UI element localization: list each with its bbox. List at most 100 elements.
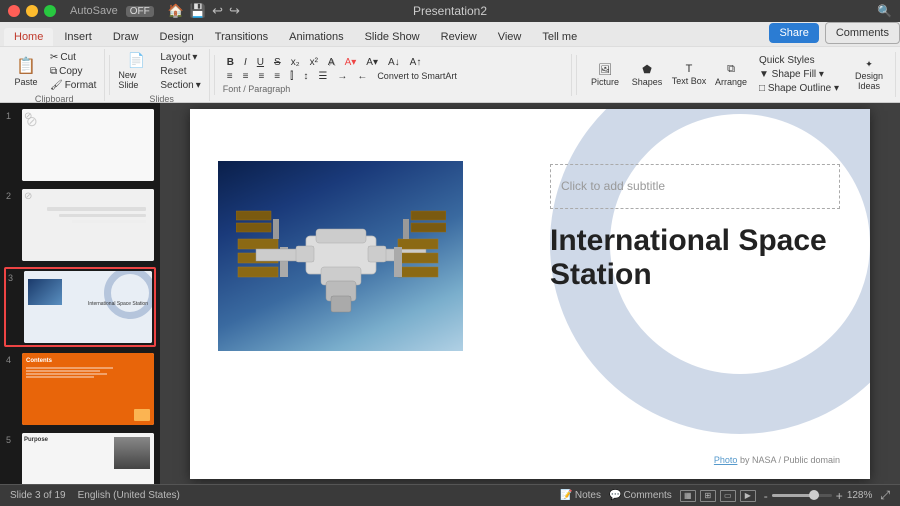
tab-tellme[interactable]: Tell me [532, 28, 587, 46]
no-symbol-2-icon: ⊘ [24, 191, 32, 202]
tab-design[interactable]: Design [150, 28, 204, 46]
new-slide-button[interactable]: 📄 New Slide [118, 52, 154, 90]
notes-button[interactable]: 📝 Notes [560, 490, 601, 501]
tab-slideshow[interactable]: Slide Show [355, 28, 430, 46]
slide-iss-image[interactable] [218, 161, 463, 351]
shape-outline-button[interactable]: □ Shape Outline ▾ [755, 82, 843, 95]
zoom-thumb[interactable] [809, 490, 819, 500]
shapes-icon: ⬟ [642, 63, 652, 76]
slide-preview-2: ⊘ [22, 189, 154, 261]
slide-title[interactable]: International SpaceStation [550, 224, 840, 293]
layout-button[interactable]: Layout ▾ [156, 51, 204, 64]
slide-subtitle-box[interactable]: Click to add subtitle [550, 164, 840, 209]
copy-button[interactable]: ⧉ Copy [46, 65, 100, 78]
undo-icon[interactable]: ↩ [212, 3, 223, 19]
quick-styles-button[interactable]: Quick Styles [755, 54, 843, 67]
minimize-button[interactable] [26, 5, 38, 17]
align-center-button[interactable]: ≡ [239, 70, 253, 83]
font-increase-button[interactable]: A↑ [406, 56, 426, 69]
bold-button[interactable]: B [223, 56, 238, 69]
slide-preview-4: Contents [22, 353, 154, 425]
redo-icon[interactable]: ↪ [229, 3, 240, 19]
font-size-button[interactable]: A▾ [362, 56, 382, 69]
shapes-button[interactable]: ⬟ Shapes [629, 56, 665, 94]
autosave-toggle[interactable]: OFF [126, 6, 154, 17]
zoom-plus-button[interactable]: + [836, 489, 843, 503]
textbox-button[interactable]: T Text Box [671, 56, 707, 94]
italic-button[interactable]: I [240, 56, 251, 69]
reset-button[interactable]: Reset [156, 65, 204, 78]
save-icon[interactable]: 💾 [190, 3, 206, 19]
zoom-minus-button[interactable]: - [764, 489, 768, 503]
shape-fill-button[interactable]: ▼ Shape Fill ▾ [755, 68, 843, 81]
tab-home[interactable]: Home [4, 28, 53, 46]
indent-decrease-button[interactable]: ← [353, 70, 371, 83]
tab-animations[interactable]: Animations [279, 28, 353, 46]
share-button[interactable]: Share [769, 23, 818, 43]
font-color-button[interactable]: A▾ [341, 56, 361, 69]
picture-button[interactable]: 🖼 Picture [587, 56, 623, 94]
slide-number-2: 2 [6, 191, 18, 201]
notes-icon: 📝 [560, 490, 572, 501]
search-icon[interactable]: 🔍 [877, 4, 892, 18]
tab-draw[interactable]: Draw [103, 28, 149, 46]
ribbon-group-slides: 📄 New Slide Layout ▾ Reset Section ▾ Sli… [114, 49, 209, 101]
subscript-button[interactable]: x₂ [287, 56, 304, 69]
align-right-button[interactable]: ≡ [254, 70, 268, 83]
slide-thumb-4[interactable]: 4 Contents [4, 351, 156, 427]
superscript-button[interactable]: x² [306, 56, 322, 69]
autosave-label: AutoSave [70, 5, 118, 17]
new-slide-icon: 📄 [126, 52, 146, 69]
slideshow-view-button[interactable]: ▶ [740, 490, 756, 502]
tab-view[interactable]: View [488, 28, 532, 46]
font-decrease-button[interactable]: A↓ [384, 56, 404, 69]
maximize-button[interactable] [44, 5, 56, 17]
no-symbol-icon: ⊘ [24, 111, 32, 122]
window-title: Presentation2 [413, 4, 487, 18]
underline-button[interactable]: U [253, 56, 268, 69]
main-area: 1 ⊘ 2 ⊘ 3 [0, 103, 900, 484]
home-icon: 🏠 [168, 3, 184, 19]
comments-status-button[interactable]: 💬 Comments [609, 490, 672, 501]
slide-thumb-1[interactable]: 1 ⊘ [4, 107, 156, 183]
tab-review[interactable]: Review [431, 28, 487, 46]
smartart-button[interactable]: Convert to SmartArt [373, 70, 461, 82]
reading-view-button[interactable]: ▭ [720, 490, 736, 502]
slide-sorter-button[interactable]: ⊞ [700, 490, 716, 502]
thumb3-circle [104, 271, 152, 319]
format-painter-button[interactable]: 🖌 Format [46, 79, 100, 92]
comments-icon: 💬 [609, 490, 621, 501]
strikethrough-button[interactable]: S [270, 56, 285, 69]
ribbon-group-clipboard: 📋 Paste ✂ Cut ⧉ Copy 🖌 Format [4, 49, 105, 101]
list-button[interactable]: ☰ [314, 70, 331, 83]
indent-increase-button[interactable]: → [333, 70, 351, 83]
credit-link[interactable]: Photo [714, 455, 738, 465]
slide-thumb-3[interactable]: 3 International Space Station [4, 267, 156, 347]
close-button[interactable] [8, 5, 20, 17]
view-icons: ▦ ⊞ ▭ ▶ [680, 490, 756, 502]
align-left-button[interactable]: ≡ [223, 70, 237, 83]
align-justify-button[interactable]: ≡ [270, 70, 284, 83]
section-button[interactable]: Section ▾ [156, 79, 204, 92]
line-spacing-button[interactable]: ↕ [299, 70, 312, 83]
cut-button[interactable]: ✂ Cut [46, 51, 100, 64]
shadow-button[interactable]: A [324, 56, 339, 69]
comments-button[interactable]: Comments [825, 22, 900, 44]
arrange-button[interactable]: ⧉ Arrange [713, 56, 749, 94]
arrange-icon: ⧉ [727, 63, 735, 76]
titlebar-actions: 🔍 [877, 4, 892, 18]
slide-credit: Photo by NASA / Public domain [714, 455, 840, 465]
columns-button[interactable]: ⫿ [286, 70, 297, 83]
fit-to-window-button[interactable]: ⤢ [880, 488, 890, 503]
design-ideas-button[interactable]: ✦ Design Ideas [849, 56, 889, 94]
normal-view-button[interactable]: ▦ [680, 490, 696, 502]
tab-insert[interactable]: Insert [54, 28, 102, 46]
slide-thumb-5[interactable]: 5 Purpose [4, 431, 156, 484]
ribbon-group-font: B I U S x₂ x² A A▾ A▾ A↓ A↑ ≡ ≡ ≡ ≡ ⫿ ↕ … [219, 54, 572, 96]
tab-transitions[interactable]: Transitions [205, 28, 278, 46]
canvas-area: Click to add subtitle International Spac… [160, 103, 900, 484]
ribbon-group-drawing: 🖼 Picture ⬟ Shapes T Text Box ⧉ Arrange … [581, 52, 896, 97]
slide-thumb-2[interactable]: 2 ⊘ [4, 187, 156, 263]
paste-button[interactable]: 📋 Paste [8, 52, 44, 90]
slide-panel[interactable]: 1 ⊘ 2 ⊘ 3 [0, 103, 160, 484]
